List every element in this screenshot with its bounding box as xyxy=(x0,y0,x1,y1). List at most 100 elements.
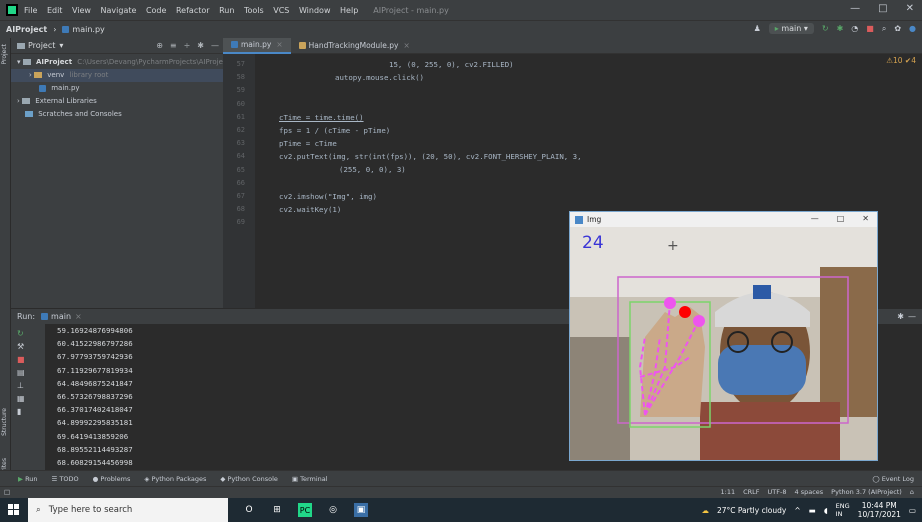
pin-icon[interactable]: ⊥ xyxy=(17,381,27,390)
stop-icon[interactable]: ■ xyxy=(17,355,27,364)
tray-chevron-icon[interactable]: ^ xyxy=(794,506,800,515)
tree-item-venv[interactable]: › venv library root xyxy=(11,69,223,82)
line-number: 64 xyxy=(236,152,245,161)
user-icon[interactable]: ♟ xyxy=(754,24,761,33)
tool-tab-problems[interactable]: ● Problems xyxy=(93,475,131,483)
python-icon: ◆ xyxy=(220,474,226,483)
line-number: 67 xyxy=(236,191,245,200)
gear-icon[interactable]: ✱ xyxy=(897,312,904,321)
language-indicator[interactable]: ENG IN xyxy=(836,502,850,518)
inspection-widget[interactable]: ⚠10 ✔4 xyxy=(886,56,916,65)
file-encoding[interactable]: UTF-8 xyxy=(768,488,787,496)
tree-item-external-libraries[interactable]: › External Libraries xyxy=(11,95,223,108)
tool-tab-todo[interactable]: ☰ TODO xyxy=(52,475,79,483)
minimize-button[interactable]: — xyxy=(850,3,860,14)
event-log-button[interactable]: ◯ Event Log xyxy=(872,475,914,483)
menu-view[interactable]: View xyxy=(72,6,91,15)
cortana-icon[interactable]: O xyxy=(242,503,256,517)
gear-icon[interactable]: ✱ xyxy=(197,41,204,50)
menu-navigate[interactable]: Navigate xyxy=(101,6,137,15)
task-view-icon[interactable]: ⊞ xyxy=(270,503,284,517)
tree-item-main-py[interactable]: main.py xyxy=(11,82,223,95)
tool-tab-python-console[interactable]: ◆ Python Console xyxy=(220,475,277,483)
tree-item-scratches[interactable]: Scratches and Consoles xyxy=(11,108,223,121)
windows-logo-icon xyxy=(8,504,19,515)
camera-maximize-button[interactable]: □ xyxy=(837,214,845,223)
close-run-tab-icon[interactable]: × xyxy=(75,312,82,321)
pycharm-taskbar-icon[interactable]: PC xyxy=(298,503,312,517)
tool-tab-run[interactable]: ▶ Run xyxy=(18,475,38,483)
stop-icon[interactable]: ■ xyxy=(866,24,874,33)
terminal-icon: ▣ xyxy=(291,474,299,483)
hide-panel-icon[interactable]: — xyxy=(211,41,219,50)
tool-tab-terminal[interactable]: ▣ Terminal xyxy=(292,475,328,483)
print-icon[interactable]: ▦ xyxy=(17,394,27,403)
trash-icon[interactable]: ▮ xyxy=(17,407,27,416)
volume-icon[interactable]: ◖ xyxy=(824,506,828,515)
opencv-taskbar-icon[interactable]: ▣ xyxy=(354,503,368,517)
network-icon[interactable]: ▬ xyxy=(809,506,816,515)
rerun-icon[interactable]: ↻ xyxy=(822,24,829,33)
menu-file[interactable]: File xyxy=(24,6,37,15)
run-tab-main[interactable]: main xyxy=(51,312,71,321)
locate-icon[interactable]: ⊕ xyxy=(156,41,163,50)
opencv-window-icon xyxy=(575,215,583,224)
menu-window[interactable]: Window xyxy=(299,6,331,15)
structure-tool-tab[interactable]: Structure xyxy=(1,408,8,436)
notifications-icon[interactable]: ▭ xyxy=(909,506,916,515)
collapse-all-icon[interactable]: ≡ xyxy=(170,41,177,50)
line-number: 63 xyxy=(236,139,245,148)
caret-position[interactable]: 1:11 xyxy=(721,488,736,496)
tool-window-bar: ▶ Run ☰ TODO ● Problems ◈ Python Package… xyxy=(0,470,922,486)
breadcrumb-file[interactable]: main.py xyxy=(72,25,104,34)
tab-hand-tracking-module[interactable]: HandTrackingModule.py × xyxy=(291,38,418,54)
rerun-icon[interactable]: ↻ xyxy=(17,329,27,338)
camera-window-titlebar[interactable]: Img — □ ✕ xyxy=(570,212,877,227)
menu-edit[interactable]: Edit xyxy=(47,6,63,15)
clock[interactable]: 10:44 PM 10/17/2021 xyxy=(858,501,901,519)
lock-icon[interactable]: ⌂ xyxy=(910,488,914,496)
line-number: 68 xyxy=(236,205,245,214)
run-config-select[interactable]: ▸ main ▾ xyxy=(768,23,814,34)
start-button[interactable] xyxy=(0,498,28,522)
menu-tools[interactable]: Tools xyxy=(244,6,264,15)
menu-run[interactable]: Run xyxy=(219,6,234,15)
expand-icon[interactable]: ÷ xyxy=(184,41,191,50)
wrench-icon[interactable]: ⚒ xyxy=(17,342,27,351)
project-panel-title[interactable]: Project xyxy=(28,41,55,50)
close-tab-icon[interactable]: × xyxy=(403,41,409,50)
camera-close-button[interactable]: ✕ xyxy=(862,214,869,223)
weather-text[interactable]: 27°C Partly cloudy xyxy=(717,506,786,515)
debug-icon[interactable]: ✱ xyxy=(837,24,844,33)
taskbar-search[interactable]: ⌕ Type here to search xyxy=(28,498,228,522)
tab-main-py[interactable]: main.py × xyxy=(223,37,291,54)
tree-item-root[interactable]: ▾ AIProject C:\Users\Devang\PycharmProje… xyxy=(11,56,229,69)
menu-code[interactable]: Code xyxy=(146,6,166,15)
tool-tab-python-packages[interactable]: ◈ Python Packages xyxy=(144,475,206,483)
chevron-down-icon[interactable]: ▾ xyxy=(59,41,63,50)
chrome-icon[interactable]: ◎ xyxy=(326,503,340,517)
python-interpreter[interactable]: Python 3.7 (AIProject) xyxy=(831,488,902,496)
settings-icon[interactable]: ✿ xyxy=(894,24,901,33)
layout-icon[interactable]: ▤ xyxy=(17,368,27,377)
camera-minimize-button[interactable]: — xyxy=(811,214,819,223)
hide-panel-icon[interactable]: — xyxy=(908,312,916,321)
project-panel: Project ▾ ⊕ ≡ ÷ ✱ — ▾ AIProject C:\Users… xyxy=(11,38,229,308)
menu-vcs[interactable]: VCS xyxy=(273,6,289,15)
menu-help[interactable]: Help xyxy=(340,6,358,15)
line-separator[interactable]: CRLF xyxy=(743,488,759,496)
close-button[interactable]: ✕ xyxy=(906,3,914,14)
status-square-icon[interactable]: □ xyxy=(4,488,10,496)
maximize-button[interactable]: □ xyxy=(878,3,887,14)
breadcrumb-project[interactable]: AIProject xyxy=(6,25,47,34)
click-indicator-marker xyxy=(679,306,691,318)
updates-icon[interactable]: ● xyxy=(909,24,916,33)
code-line-67: cv2.imshow("Img", img) xyxy=(279,192,377,201)
menu-refactor[interactable]: Refactor xyxy=(176,6,210,15)
indent-setting[interactable]: 4 spaces xyxy=(795,488,824,496)
coverage-icon[interactable]: ◔ xyxy=(851,24,858,33)
search-icon[interactable]: ⌕ xyxy=(882,24,886,34)
project-tool-tab[interactable]: Project xyxy=(1,44,8,65)
close-tab-icon[interactable]: × xyxy=(276,40,282,49)
camera-window[interactable]: Img — □ ✕ + 24 xyxy=(569,211,878,461)
